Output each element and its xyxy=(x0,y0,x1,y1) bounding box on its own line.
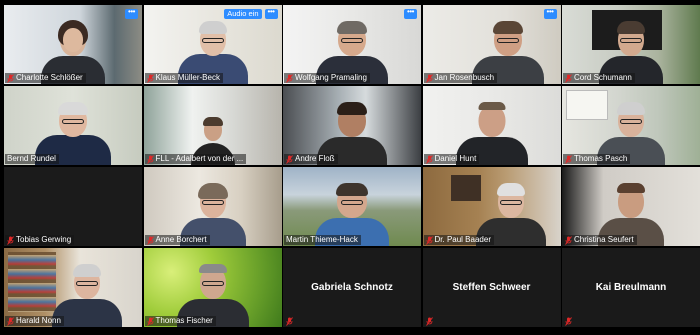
participant-label: Wolfgang Pramaling xyxy=(284,73,370,83)
muted-mic-icon xyxy=(565,73,572,83)
participant-name: Andre Floß xyxy=(295,154,335,163)
muted-mic-icon xyxy=(286,73,293,83)
video-tile[interactable]: Charlotte Schlößer ••• xyxy=(4,5,142,84)
muted-mic-icon xyxy=(7,316,14,326)
participant-label: Christina Seufert xyxy=(563,235,637,245)
muted-mic-icon xyxy=(286,154,293,164)
participant-name: Cord Schumann xyxy=(574,73,632,82)
more-options-button[interactable]: ••• xyxy=(543,8,557,19)
participant-label: Thomas Pasch xyxy=(563,154,631,164)
muted-mic-icon xyxy=(146,235,154,245)
participant-label xyxy=(563,317,575,326)
video-tile-no-video[interactable]: Steffen Schweer xyxy=(422,248,561,327)
video-tile-no-video[interactable]: Gabriela Schnotz xyxy=(283,248,421,327)
video-tile[interactable]: FLL - Adalbert von der ... xyxy=(143,86,282,165)
video-tile[interactable]: Dr. Paul Baader xyxy=(422,167,561,246)
participant-label: Anne Borchert xyxy=(144,235,210,245)
more-options-button[interactable]: ••• xyxy=(264,8,278,19)
video-tile[interactable]: Klaus Müller-Beck Audio ein ••• xyxy=(143,5,282,84)
audio-on-button[interactable]: Audio ein xyxy=(224,9,262,19)
participant-name: Dr. Paul Baader xyxy=(434,235,491,244)
participant-label: Dr. Paul Baader xyxy=(423,235,494,245)
muted-mic-icon xyxy=(146,316,154,326)
participant-name: Jan Rosenbusch xyxy=(434,73,495,82)
participant-name-display: Kai Breulmann xyxy=(595,282,667,293)
muted-mic-icon xyxy=(425,235,433,245)
video-tile[interactable]: Christina Seufert xyxy=(562,167,700,246)
participant-name: FLL - Adalbert von der ... xyxy=(155,154,244,163)
participant-label xyxy=(424,317,436,326)
video-tile[interactable]: Jan Rosenbusch ••• xyxy=(422,5,561,84)
muted-mic-icon xyxy=(565,154,572,164)
muted-mic-icon xyxy=(425,317,433,326)
video-tile[interactable]: Anne Borchert xyxy=(143,167,282,246)
participant-name-display: Steffen Schweer xyxy=(452,282,531,293)
more-options-button[interactable]: ••• xyxy=(125,8,138,19)
video-tile[interactable]: Thomas Pasch xyxy=(562,86,700,165)
muted-mic-icon xyxy=(7,235,14,245)
participant-label: Andre Floß xyxy=(284,154,338,164)
video-tile[interactable]: Harald Nonn xyxy=(4,248,142,327)
participant-label: Harald Nonn xyxy=(5,316,64,326)
participant-label: Martin Thieme-Hack xyxy=(284,235,361,245)
participant-name: Thomas Fischer xyxy=(155,316,213,325)
participant-label: Jan Rosenbusch xyxy=(423,73,498,83)
participant-name: Christina Seufert xyxy=(574,235,634,244)
video-tile[interactable]: Wolfgang Pramaling ••• xyxy=(283,5,421,84)
participant-label: Thomas Fischer xyxy=(144,316,216,326)
participant-name: Klaus Müller-Beck xyxy=(155,73,220,82)
video-tile[interactable]: Andre Floß xyxy=(283,86,421,165)
video-tile-active-speaker[interactable]: Bernd Rundel xyxy=(4,86,142,165)
video-tile[interactable]: Martin Thieme-Hack xyxy=(283,167,421,246)
participant-label: Bernd Rundel xyxy=(5,154,59,164)
participant-name: Bernd Rundel xyxy=(7,154,56,163)
participant-name-display: Gabriela Schnotz xyxy=(311,282,393,293)
muted-mic-icon xyxy=(146,154,154,164)
participant-label xyxy=(284,317,296,326)
muted-mic-icon xyxy=(146,73,154,83)
video-tile[interactable]: Thomas Fischer xyxy=(143,248,282,327)
muted-mic-icon xyxy=(7,73,14,83)
participant-name: Charlotte Schlößer xyxy=(16,73,83,82)
video-tile[interactable]: Cord Schumann xyxy=(562,5,700,84)
participant-name: Daniel Hunt xyxy=(434,154,477,163)
participant-label: Daniel Hunt xyxy=(423,154,480,164)
video-tile[interactable]: Tobias Gerwing xyxy=(4,167,142,246)
video-tile-no-video[interactable]: Kai Breulmann xyxy=(562,248,700,327)
muted-mic-icon xyxy=(565,317,572,326)
participant-name: Tobias Gerwing xyxy=(16,235,72,244)
participant-label: FLL - Adalbert von der ... xyxy=(144,154,247,164)
more-options-button[interactable]: ••• xyxy=(404,8,417,19)
participant-label: Charlotte Schlößer xyxy=(5,73,86,83)
participant-name: Anne Borchert xyxy=(155,235,207,244)
participant-name: Thomas Pasch xyxy=(574,154,628,163)
muted-mic-icon xyxy=(286,317,293,326)
participant-label: Klaus Müller-Beck xyxy=(144,73,223,83)
participant-label: Cord Schumann xyxy=(563,73,635,83)
participant-name: Martin Thieme-Hack xyxy=(286,235,358,244)
video-grid: Charlotte Schlößer ••• Klaus Müller-Beck… xyxy=(4,5,700,332)
video-tile[interactable]: Daniel Hunt xyxy=(422,86,561,165)
muted-mic-icon xyxy=(425,154,433,164)
muted-mic-icon xyxy=(565,235,572,245)
participant-name: Wolfgang Pramaling xyxy=(295,73,367,82)
participant-label: Tobias Gerwing xyxy=(5,235,75,245)
muted-mic-icon xyxy=(425,73,433,83)
participant-name: Harald Nonn xyxy=(16,316,61,325)
